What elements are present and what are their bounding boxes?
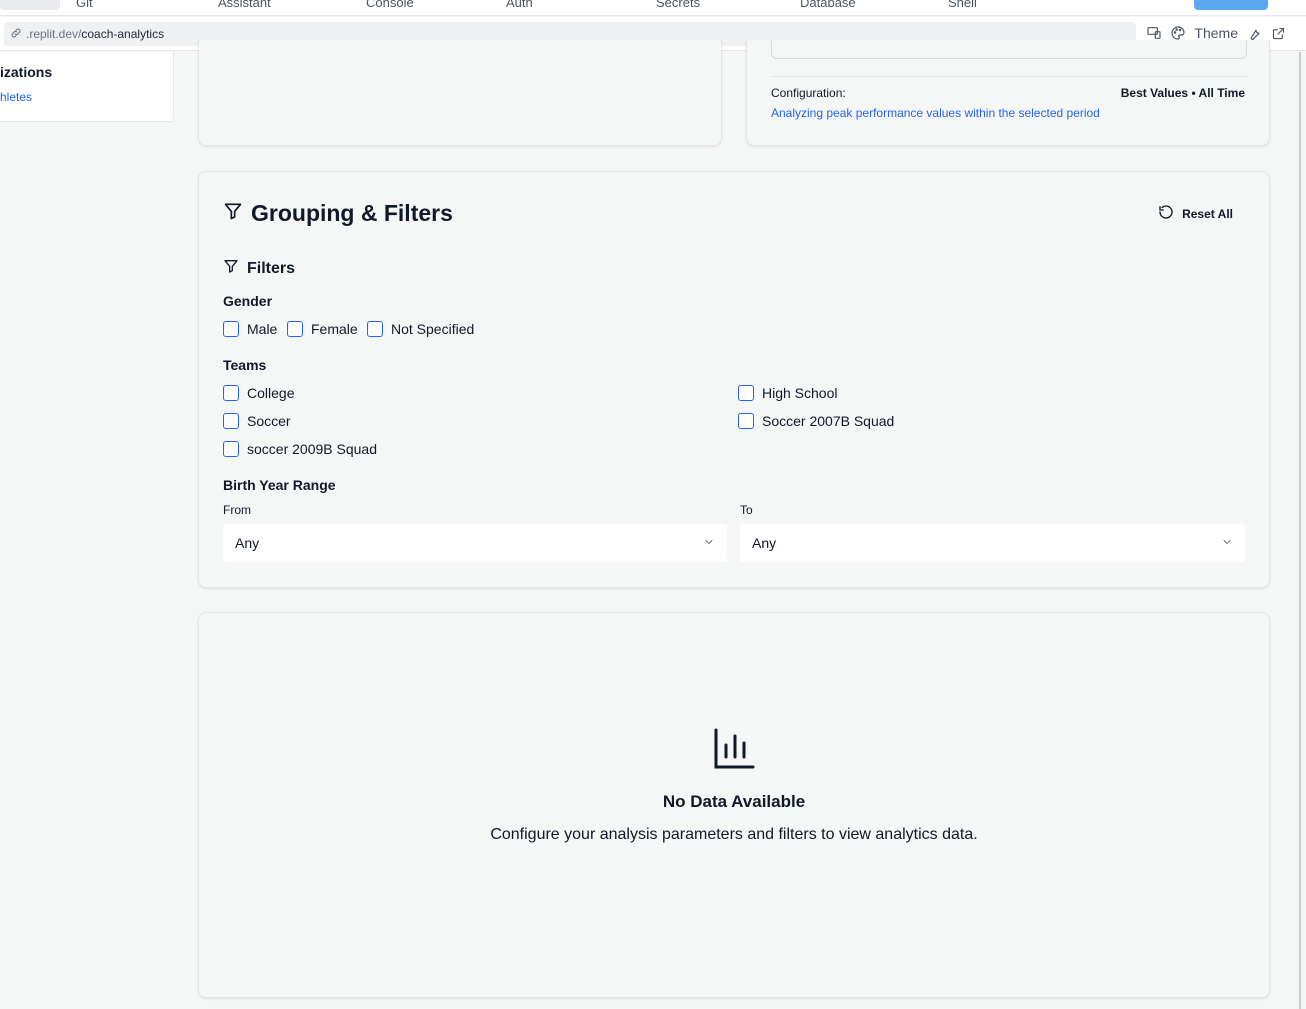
external-link-icon[interactable] <box>1270 25 1286 41</box>
webview-toolbar: Theme <box>1146 25 1286 41</box>
configuration-card: Configuration: Best Values • All Time An… <box>746 40 1270 146</box>
checkbox[interactable] <box>223 441 239 457</box>
tab-auth[interactable]: Auth <box>506 0 533 10</box>
chevron-down-icon <box>703 535 715 551</box>
link-icon <box>10 27 24 41</box>
checkbox[interactable] <box>223 413 239 429</box>
config-input-field[interactable] <box>771 40 1247 59</box>
tab-label: Secrets <box>656 0 701 10</box>
team-college-checkbox[interactable]: College <box>223 385 294 401</box>
tab-git[interactable]: Git <box>76 0 93 10</box>
tab-label: Auth <box>506 0 533 10</box>
tab-console[interactable]: Console <box>366 0 414 10</box>
run-button[interactable] <box>1194 0 1268 10</box>
active-tab[interactable] <box>0 0 60 10</box>
gender-female-checkbox[interactable]: Female <box>287 321 358 337</box>
scrollbar[interactable] <box>1299 52 1301 1009</box>
sidebar-panel: izations hletes <box>0 52 174 122</box>
reset-all-button[interactable]: Reset All <box>1146 202 1245 225</box>
wrench-icon[interactable] <box>1246 25 1262 41</box>
chevron-down-icon <box>1221 535 1233 551</box>
url-domain: .replit.dev/ <box>26 27 82 41</box>
checkbox-label: High School <box>762 385 838 401</box>
birth-year-from-select[interactable]: Any <box>223 524 727 562</box>
sidebar-link[interactable]: hletes <box>0 90 32 104</box>
checkbox-label: Not Specified <box>391 321 475 337</box>
reset-icon <box>1158 204 1174 223</box>
checkbox-label: Male <box>247 321 278 337</box>
filters-subheading-text: Filters <box>247 259 296 277</box>
devices-icon[interactable] <box>1146 25 1162 41</box>
team-soccer-2007b-checkbox[interactable]: Soccer 2007B Squad <box>738 413 894 429</box>
checkbox-label: Soccer 2007B Squad <box>762 413 895 429</box>
analytics-results-card: No Data Available Configure your analysi… <box>198 612 1270 998</box>
gender-male-checkbox[interactable]: Male <box>223 321 277 337</box>
config-description: Analyzing peak performance values within… <box>771 106 1100 120</box>
tab-label: Console <box>366 0 414 10</box>
checkbox-label: Female <box>311 321 358 337</box>
config-value: Best Values • All Time <box>1120 86 1245 100</box>
section-title-text: Grouping & Filters <box>251 200 453 226</box>
tab-shell[interactable]: Shell <box>948 0 977 10</box>
checkbox[interactable] <box>223 385 239 401</box>
tab-label: Assistant <box>218 0 271 10</box>
config-label: Configuration: <box>771 86 846 100</box>
team-high-school-checkbox[interactable]: High School <box>738 385 838 401</box>
sidebar-heading: izations <box>0 64 53 80</box>
checkbox[interactable] <box>367 321 383 337</box>
select-value: Any <box>235 535 260 551</box>
workspace-tab-strip: Git Assistant Console Auth Secrets Datab… <box>0 0 1306 16</box>
palette-icon[interactable] <box>1170 25 1186 41</box>
gender-not-specified-checkbox[interactable]: Not Specified <box>367 321 474 337</box>
tab-database[interactable]: Database <box>800 0 856 10</box>
checkbox-label: Soccer <box>247 413 291 429</box>
empty-state-description: Configure your analysis parameters and f… <box>490 826 978 843</box>
tab-label: Database <box>800 0 856 10</box>
tab-label: Git <box>76 0 93 10</box>
tab-label: Shell <box>948 0 977 10</box>
url-path: coach-analytics <box>81 27 165 41</box>
tab-secrets[interactable]: Secrets <box>656 0 700 10</box>
team-soccer-2009b-checkbox[interactable]: soccer 2009B Squad <box>223 441 377 457</box>
tab-assistant[interactable]: Assistant <box>218 0 271 10</box>
gender-label: Gender <box>223 293 273 309</box>
analysis-card-left <box>198 40 722 146</box>
birth-year-to-select[interactable]: Any <box>740 524 1245 562</box>
teams-label: Teams <box>223 357 267 373</box>
filter-icon <box>223 200 243 227</box>
theme-button[interactable]: Theme <box>1194 25 1238 41</box>
checkbox[interactable] <box>287 321 303 337</box>
bar-chart-icon <box>712 727 756 771</box>
filters-subheading: Filters <box>223 258 295 279</box>
checkbox-label: College <box>247 385 295 401</box>
reset-all-label: Reset All <box>1182 206 1233 221</box>
grouping-filters-card: Grouping & Filters Reset All Filters Gen… <box>198 171 1270 588</box>
section-title: Grouping & Filters <box>223 200 453 227</box>
checkbox-label: soccer 2009B Squad <box>247 441 377 457</box>
from-label: From <box>223 503 251 517</box>
filter-icon <box>223 258 239 279</box>
checkbox[interactable] <box>223 321 239 337</box>
to-label: To <box>740 503 753 517</box>
team-soccer-checkbox[interactable]: Soccer <box>223 413 291 429</box>
divider <box>771 76 1247 77</box>
checkbox[interactable] <box>738 385 754 401</box>
checkbox[interactable] <box>738 413 754 429</box>
select-value: Any <box>752 535 777 551</box>
birth-year-label: Birth Year Range <box>223 477 336 493</box>
empty-state-title: No Data Available <box>662 792 806 811</box>
